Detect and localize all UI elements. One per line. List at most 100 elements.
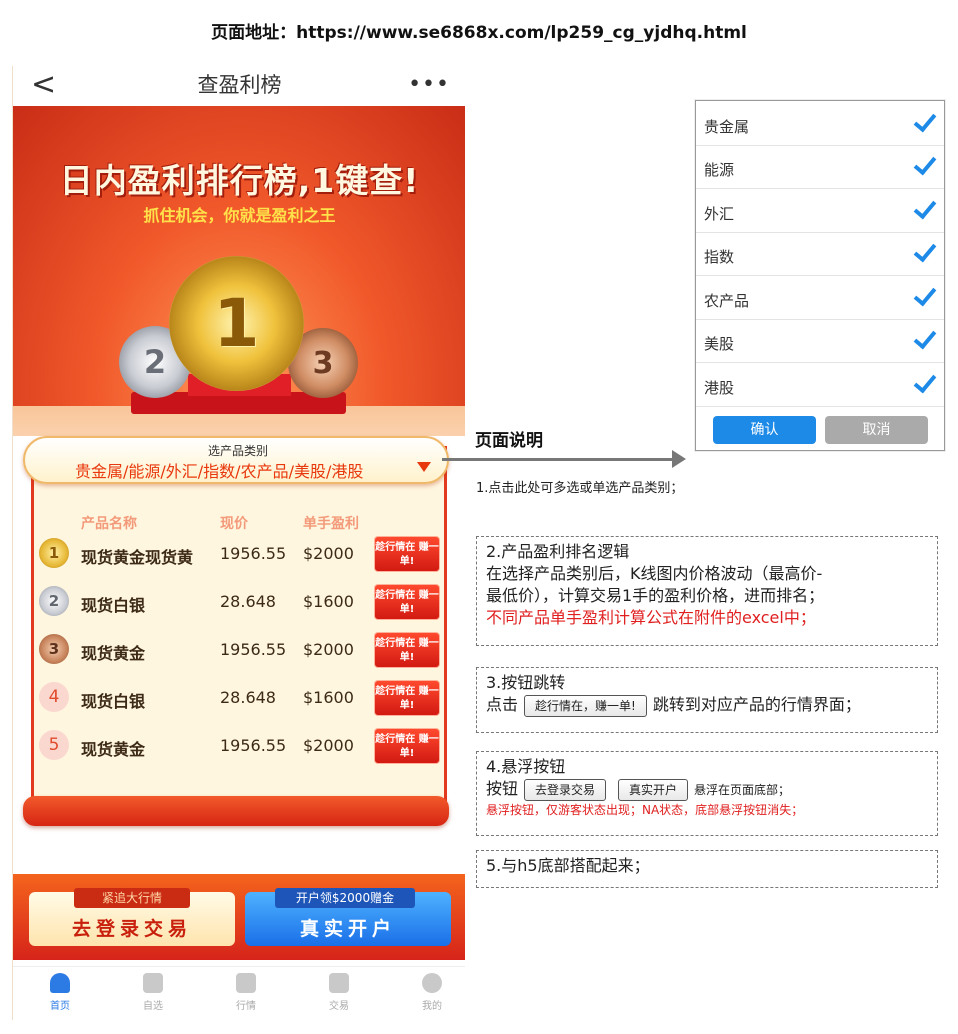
- box-title: 2.产品盈利排名逻辑: [486, 542, 630, 561]
- product-profit: $1600: [303, 592, 354, 611]
- product-profit: $2000: [303, 544, 354, 563]
- checkmark-icon[interactable]: [912, 239, 936, 267]
- sample-real-account-button[interactable]: 真实开户: [618, 778, 689, 801]
- table-row: 2 现货白银 28.648 $1600 趁行情在 赚一单!: [35, 582, 445, 622]
- description-title: 页面说明: [475, 431, 543, 451]
- tab-home[interactable]: 首页: [30, 973, 90, 1012]
- box-text: 在选择产品类别后，K线图内价格波动（最高价-: [486, 564, 823, 583]
- login-trade-button[interactable]: 紧追大行情 去登录交易: [29, 888, 235, 946]
- tab-watchlist[interactable]: 自选: [123, 973, 183, 1012]
- selector-hint: 选产品类别: [207, 444, 268, 458]
- column-header-name: 产品名称: [81, 516, 137, 532]
- box-title: 5.与h5底部搭配起来；: [486, 856, 650, 875]
- table-row: 3 现货黄金 1956.55 $2000 趁行情在 赚一单!: [35, 630, 445, 670]
- selector-value: 贵金属/能源/外汇/指数/农产品/美股/港股: [75, 462, 364, 481]
- more-icon[interactable]: •••: [408, 72, 450, 97]
- product-price: 28.648: [220, 688, 276, 707]
- check-item-agriculture[interactable]: 农产品: [696, 277, 944, 320]
- table-row: 5 现货黄金 1956.55 $2000 趁行情在 赚一单!: [35, 726, 445, 766]
- note-box-floating-buttons: 4.悬浮按钮 按钮 去登录交易 真实开户 悬浮在页面底部； 悬浮按钮，仅游客状态出现；…: [476, 751, 938, 836]
- tab-label: 交易: [329, 1001, 349, 1012]
- check-label: 农产品: [704, 292, 750, 310]
- arrow-right-icon: [672, 450, 686, 468]
- open-real-account-button[interactable]: 开户领$2000赠金 真实开户: [245, 888, 451, 946]
- sample-login-button[interactable]: 去登录交易: [524, 778, 607, 801]
- tab-label: 自选: [143, 1001, 163, 1012]
- bottom-tabbar: 首页 自选 行情 交易 我的: [13, 966, 465, 1020]
- login-label: 去登录交易: [71, 918, 192, 940]
- page-title: 查盈利榜: [197, 73, 282, 97]
- hero-title: 日内盈利排行榜,1键查!: [59, 161, 420, 200]
- check-item-energy[interactable]: 能源: [696, 146, 944, 189]
- sample-trade-button[interactable]: 趁行情在，赚一单!: [524, 694, 647, 717]
- home-icon: [50, 973, 70, 993]
- box-line: 按钮 去登录交易 真实开户 悬浮在页面底部；: [486, 778, 928, 801]
- tab-mine[interactable]: 我的: [402, 973, 462, 1012]
- trade-icon: [329, 973, 349, 993]
- scroll-bottom-roller: [23, 796, 449, 826]
- check-item-index[interactable]: 指数: [696, 233, 944, 276]
- login-tag: 紧追大行情: [74, 888, 190, 908]
- chart-icon: [236, 973, 256, 993]
- rank-bronze-icon: 3: [39, 634, 69, 664]
- check-label: 能源: [704, 161, 735, 179]
- product-price: 1956.55: [220, 544, 287, 563]
- product-name: 现货白银: [81, 692, 146, 711]
- tab-market[interactable]: 行情: [216, 973, 276, 1012]
- hero-subtitle: 抓住机会，你就是盈利之王: [143, 206, 336, 225]
- column-header-price: 现价: [220, 516, 248, 532]
- rank-gold-icon: 1: [39, 538, 69, 568]
- checkmark-icon[interactable]: [912, 370, 936, 398]
- confirm-button[interactable]: 确认: [713, 416, 816, 444]
- rank-silver-icon: 2: [39, 586, 69, 616]
- real-label: 真实开户: [299, 918, 396, 940]
- check-item-forex[interactable]: 外汇: [696, 190, 944, 233]
- hero-banner: 日内盈利排行榜,1键查! 抓住机会，你就是盈利之王 2 3 1: [13, 106, 465, 436]
- check-item-hk-stocks[interactable]: 港股: [696, 364, 944, 407]
- trade-now-button[interactable]: 趁行情在 赚一单!: [374, 536, 440, 572]
- trade-now-button[interactable]: 趁行情在 赚一单!: [374, 680, 440, 716]
- arrow-line: [442, 458, 674, 461]
- checkmark-icon[interactable]: [912, 109, 936, 137]
- page-url-label: 页面地址：https://www.se6868x.com/lp259_cg_yj…: [211, 23, 747, 43]
- trade-now-button[interactable]: 趁行情在 赚一单!: [374, 584, 440, 620]
- check-label: 美股: [704, 335, 735, 353]
- checkmark-icon[interactable]: [912, 283, 936, 311]
- box-suffix: 悬浮在页面底部；: [694, 783, 791, 797]
- column-header-profit: 单手盈利: [303, 516, 359, 532]
- note-box-ranking-logic: 2.产品盈利排名逻辑 在选择产品类别后，K线图内价格波动（最高价- 最低价），计…: [476, 536, 938, 646]
- table-row: 1 现货黄金现货黄 1956.55 $2000 趁行情在 赚一单!: [35, 534, 445, 574]
- product-name: 现货黄金: [81, 644, 146, 663]
- cancel-button[interactable]: 取消: [825, 416, 928, 444]
- trade-now-button[interactable]: 趁行情在 赚一单!: [374, 632, 440, 668]
- gold-medal-icon: 1: [169, 256, 304, 391]
- product-name: 现货黄金: [81, 740, 146, 759]
- box-text: 最低价），计算交易1手的盈利价格，进而排名；: [486, 586, 825, 605]
- checkmark-icon[interactable]: [912, 326, 936, 354]
- product-profit: $2000: [303, 640, 354, 659]
- rank-badge: 5: [39, 730, 69, 760]
- box-text-red: 悬浮按钮，仅游客状态出现；NA状态，底部悬浮按钮消失；: [486, 803, 804, 817]
- checkmark-icon[interactable]: [912, 152, 936, 180]
- product-profit: $1600: [303, 688, 354, 707]
- check-item-precious-metals[interactable]: 贵金属: [696, 103, 944, 146]
- check-item-us-stocks[interactable]: 美股: [696, 320, 944, 363]
- product-price: 1956.55: [220, 736, 287, 755]
- real-tag: 开户领$2000赠金: [275, 888, 415, 908]
- checkmark-icon[interactable]: [912, 196, 936, 224]
- bookmark-icon: [143, 973, 163, 993]
- category-checklist: 贵金属 能源 外汇 指数 农产品 美股 港股 确认 取消: [695, 100, 945, 451]
- box-suffix: 跳转到对应产品的行情界面；: [652, 695, 861, 714]
- check-label: 外汇: [704, 205, 735, 223]
- box-text-red: 不同产品单手盈利计算公式在附件的excel中；: [486, 608, 816, 627]
- trade-now-button[interactable]: 趁行情在 赚一单!: [374, 728, 440, 764]
- category-selector[interactable]: 选产品类别 贵金属/能源/外汇/指数/农产品/美股/港股: [23, 436, 449, 484]
- product-profit: $2000: [303, 736, 354, 755]
- caret-down-icon: [417, 462, 431, 472]
- tab-label: 行情: [236, 1001, 256, 1012]
- product-name: 现货白银: [81, 596, 146, 615]
- tab-trade[interactable]: 交易: [309, 973, 369, 1012]
- user-icon: [422, 973, 442, 993]
- check-label: 指数: [704, 248, 735, 266]
- floating-button-bar: 紧追大行情 去登录交易 开户领$2000赠金 真实开户: [13, 874, 465, 960]
